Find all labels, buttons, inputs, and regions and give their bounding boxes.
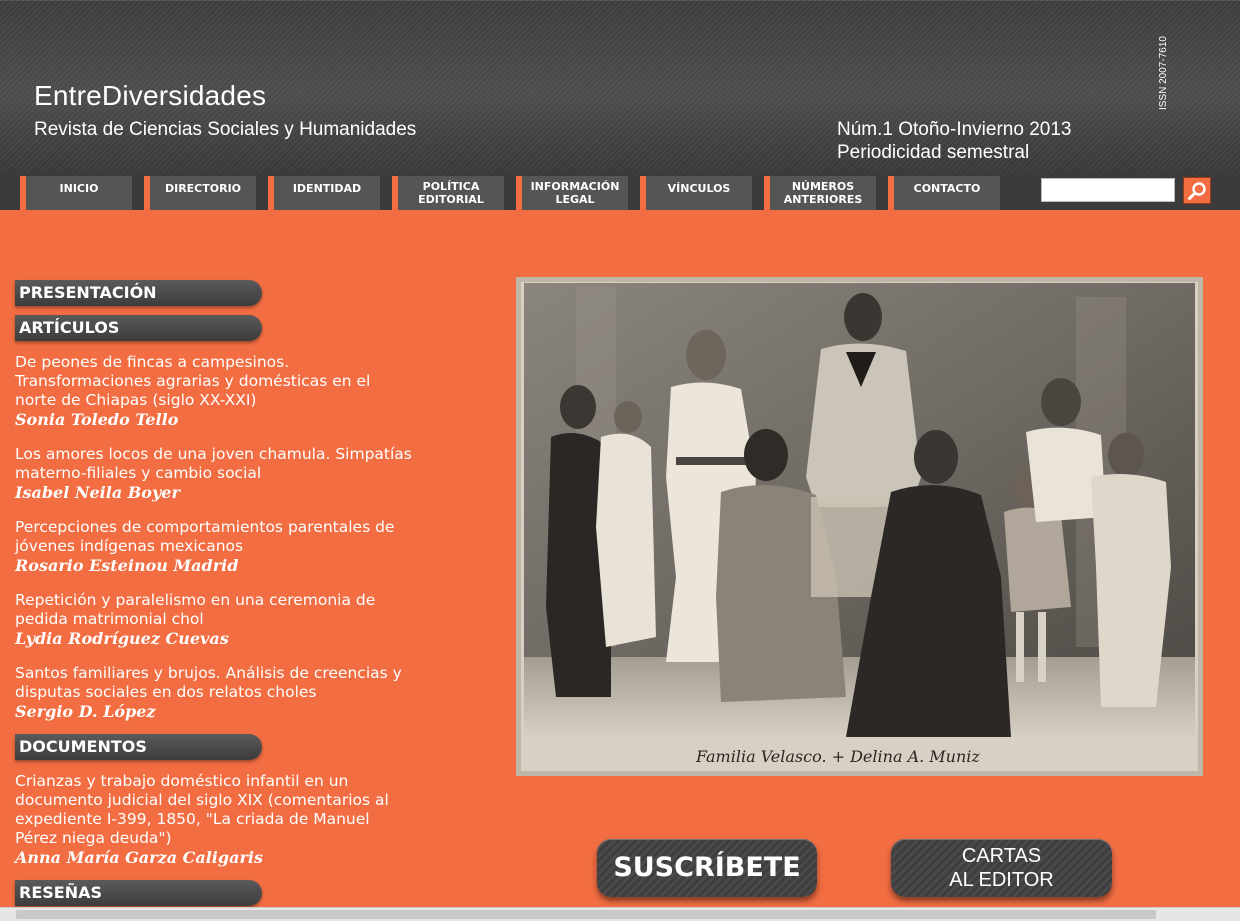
letters-label-line1: CARTAS xyxy=(961,845,1042,867)
site-header: EntreDiversidades Revista de Ciencias So… xyxy=(0,0,1240,172)
horizontal-scrollbar[interactable] xyxy=(0,907,1240,921)
article-item[interactable]: Santos familiares y brujos. Análisis de … xyxy=(15,664,415,721)
document-title[interactable]: Crianzas y trabajo doméstico infantil en… xyxy=(15,772,389,847)
periodicity: Periodicidad semestral xyxy=(837,142,1030,163)
article-title[interactable]: Percepciones de comportamientos parental… xyxy=(15,518,394,555)
svg-text:Familia Velasco. + Delina A. M: Familia Velasco. + Delina A. Muniz xyxy=(695,747,980,766)
nav-item-inicio[interactable]: INICIO xyxy=(20,176,132,210)
search-input[interactable] xyxy=(1041,178,1175,202)
article-item[interactable]: Los amores locos de una joven chamula. S… xyxy=(15,445,415,502)
site-title[interactable]: EntreDiversidades xyxy=(34,80,266,112)
nav-item-vinculos[interactable]: VÍNCULOS xyxy=(640,176,752,210)
issn-label: ISSN 2007-7610 xyxy=(1158,36,1169,110)
nav-item-contacto[interactable]: CONTACTO xyxy=(888,176,1000,210)
issue-number: Núm.1 Otoño-Invierno 2013 xyxy=(837,119,1072,140)
document-author[interactable]: Anna María Garza Caligaris xyxy=(15,848,415,867)
article-title[interactable]: Los amores locos de una joven chamula. S… xyxy=(15,445,412,482)
document-item[interactable]: Crianzas y trabajo doméstico infantil en… xyxy=(15,772,415,867)
letters-label-line2: AL EDITOR xyxy=(949,869,1054,891)
article-item[interactable]: Percepciones de comportamientos parental… xyxy=(15,518,415,575)
family-photo-image: Familia Velasco. + Delina A. Muniz xyxy=(516,277,1203,776)
family-photo: Familia Velasco. + Delina A. Muniz xyxy=(516,277,1203,776)
letters-to-editor-button[interactable]: CARTAS AL EDITOR xyxy=(891,839,1112,897)
article-author[interactable]: Sonia Toledo Tello xyxy=(15,410,415,429)
nav-item-informacion-legal[interactable]: INFORMACIÓN LEGAL xyxy=(516,176,628,210)
scrollbar-thumb[interactable] xyxy=(16,910,1156,919)
section-articulos[interactable]: ARTÍCULOS xyxy=(15,315,262,341)
search-icon xyxy=(1188,182,1206,200)
nav-item-politica-editorial[interactable]: POLÍTICA EDITORIAL xyxy=(392,176,504,210)
search-button[interactable] xyxy=(1183,177,1211,204)
article-title[interactable]: Repetición y paralelismo en una ceremoni… xyxy=(15,591,375,628)
article-author[interactable]: Lydia Rodríguez Cuevas xyxy=(15,629,415,648)
section-presentacion[interactable]: PRESENTACIÓN xyxy=(15,280,262,306)
section-documentos[interactable]: DOCUMENTOS xyxy=(15,734,262,760)
nav-item-identidad[interactable]: IDENTIDAD xyxy=(268,176,380,210)
article-author[interactable]: Rosario Esteinou Madrid xyxy=(15,556,415,575)
article-author[interactable]: Isabel Neila Boyer xyxy=(15,483,415,502)
article-author[interactable]: Sergio D. López xyxy=(15,702,415,721)
site-subtitle: Revista de Ciencias Sociales y Humanidad… xyxy=(34,119,417,140)
section-resenas[interactable]: RESEÑAS xyxy=(15,880,262,906)
nav-item-numeros-anteriores[interactable]: NÚMEROS ANTERIORES xyxy=(764,176,876,210)
article-item[interactable]: Repetición y paralelismo en una ceremoni… xyxy=(15,591,415,648)
article-title[interactable]: Santos familiares y brujos. Análisis de … xyxy=(15,664,402,701)
article-item[interactable]: De peones de fincas a campesinos. Transf… xyxy=(15,353,415,429)
nav-item-directorio[interactable]: DIRECTORIO xyxy=(144,176,256,210)
subscribe-button[interactable]: SUSCRÍBETE xyxy=(597,839,817,897)
article-title[interactable]: De peones de fincas a campesinos. Transf… xyxy=(15,353,370,409)
